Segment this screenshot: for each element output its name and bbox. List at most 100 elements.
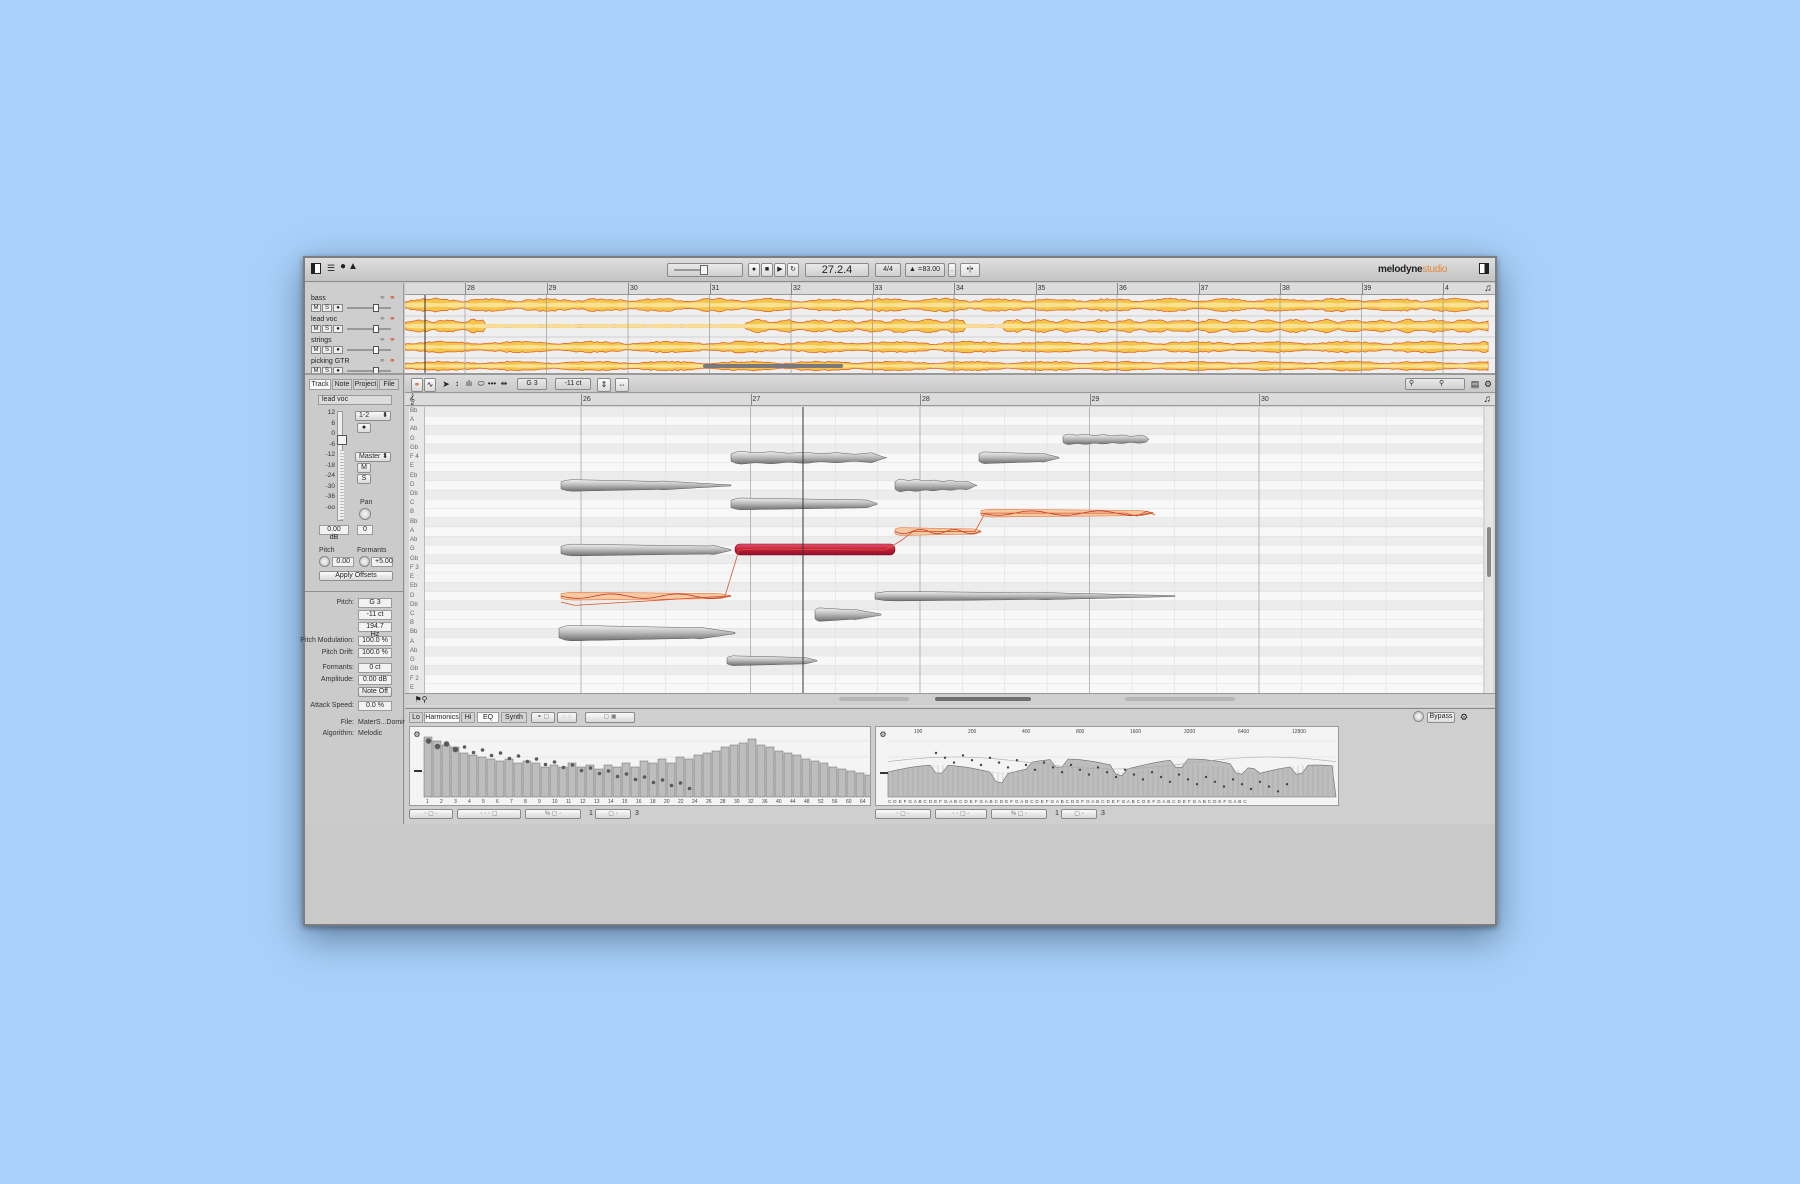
range-slider[interactable]: ▢ ▣ [585, 712, 635, 723]
track-solo-button[interactable]: S [322, 304, 332, 312]
eq-range-a[interactable]: ◦ ▢ ◦ [875, 809, 931, 819]
link-icon[interactable]: ⚭ [389, 356, 396, 365]
tab-hi[interactable]: Hi [461, 712, 475, 723]
quantize-pitch-icon[interactable]: ⇕ [597, 378, 611, 392]
tab-note[interactable]: Note [332, 379, 352, 390]
pitch-curve-icon[interactable]: ∿ [424, 378, 436, 392]
note-off-button[interactable]: Note Off [358, 687, 392, 697]
eq-range-c[interactable]: % ▢ ◦ [991, 809, 1047, 819]
track-volume-slider[interactable] [347, 349, 391, 351]
sync-button[interactable]: •|• [960, 263, 980, 277]
track-solo-button[interactable]: S [322, 346, 332, 354]
overview-ruler[interactable]: 28 29 30 31 32 33 34 35 36 37 38 39 4 [405, 283, 1495, 295]
pitch-prop-field[interactable]: G 3 [358, 598, 392, 608]
pitch-tool-icon[interactable]: ↕ [452, 378, 462, 390]
volume-db-field[interactable]: 0.00 dB [319, 525, 349, 541]
timing-tool-icon[interactable]: ••• [487, 378, 497, 390]
attack-prop-field[interactable]: 0.0 % [358, 701, 392, 711]
tools-icon[interactable]: ⚑⚲ [409, 694, 433, 706]
routing-select[interactable]: 1-2 ⬍ [355, 411, 391, 421]
overview-waveforms[interactable] [405, 295, 1495, 373]
amp-prop-field[interactable]: 0.00 dB [358, 675, 392, 685]
pan-knob[interactable] [359, 508, 371, 520]
hz-prop-field[interactable]: 194.7 Hz [358, 622, 392, 638]
layout-toggle-icon[interactable] [311, 263, 321, 274]
volume-fader[interactable] [337, 435, 347, 445]
pitch-offset-knob[interactable] [319, 556, 330, 567]
track-volume-thumb[interactable] [373, 325, 379, 333]
separation-tool-icon[interactable]: ⇹ [499, 378, 509, 390]
record-enable-button[interactable]: ● [357, 423, 371, 433]
tempo-field[interactable]: ▲ = 83.00 [905, 263, 945, 277]
track-volume-slider[interactable] [347, 328, 391, 330]
link-icon[interactable]: ⚭ [379, 314, 386, 323]
formants-offset-knob[interactable] [359, 556, 370, 567]
track-record-button[interactable]: ● [333, 325, 343, 333]
output-select[interactable]: Master ⬍ [355, 452, 391, 462]
harm-range-d[interactable]: ▢ ◦ [595, 809, 631, 819]
solo-button[interactable]: S [357, 474, 371, 484]
tracks-view-icon[interactable]: ☰ [325, 262, 337, 274]
output-knob[interactable] [1413, 711, 1424, 722]
tab-eq[interactable]: EQ [477, 712, 499, 723]
note-view-icon[interactable]: ♫ [1484, 394, 1492, 406]
track-mute-button[interactable]: M [311, 346, 321, 354]
link-toggle-icon[interactable]: ⚭ ▢ [531, 712, 555, 723]
cents-prop-field[interactable]: -11 ct [358, 610, 392, 620]
eq-panel[interactable]: ⚙ 100 200 400 800 1600 3200 6400 12800 C D E F G… [875, 726, 1339, 806]
pitch-ruler[interactable]: Bb A Ab G Gb F 4 E Eb D Db C B Bb A Ab G Gb F 3 E Eb D Db C B Bb… [409, 407, 425, 693]
eq-range-d[interactable]: ▢ ◦ [1061, 809, 1097, 819]
tempo-menu-button[interactable]: . [948, 263, 956, 277]
track-record-button[interactable]: ● [333, 346, 343, 354]
mirror-toggle-icon[interactable]: ◌ ◌ [557, 712, 577, 723]
harm-range-b[interactable]: ◦ ◦ ◦ ▢ [457, 809, 521, 819]
pitch-offset-field[interactable]: 0.00 [332, 557, 354, 567]
formants-prop-field[interactable]: 0 ct [358, 663, 392, 673]
zoom-slider[interactable] [667, 263, 743, 277]
mute-button[interactable]: M [357, 463, 371, 473]
formant-tool-icon[interactable]: ılı [463, 378, 475, 390]
panel-toggle-icon[interactable] [1479, 263, 1489, 274]
vertical-scrollbar[interactable] [1485, 407, 1493, 693]
tab-file[interactable]: File [379, 379, 399, 390]
mod-prop-field[interactable]: 100.0 % [358, 636, 392, 646]
harmonics-graph[interactable]: 1 2 3 4 5 6 7 8 9 10 11 12 13 14 15 16 18 20 22 24 26 28 30 32 3… [410, 727, 870, 805]
play-button[interactable]: ▶ [774, 263, 786, 277]
link-icon[interactable]: ⚭ [411, 378, 423, 392]
track-overview[interactable]: 28 29 30 31 32 33 34 35 36 37 38 39 4 ♫ [405, 283, 1495, 373]
pan-value-field[interactable]: 0 [357, 525, 373, 535]
harm-range-a[interactable]: ◦ ▢ ◦ [409, 809, 453, 819]
settings-icon[interactable]: ⚙ [1483, 378, 1493, 390]
tab-lo[interactable]: Lo [409, 712, 423, 723]
tab-project[interactable]: Project [353, 379, 378, 390]
link-icon[interactable]: ⚭ [379, 356, 386, 365]
tab-track[interactable]: Track [309, 379, 331, 390]
time-signature-field[interactable]: 4/4 [875, 263, 901, 277]
track-volume-thumb[interactable] [373, 346, 379, 354]
position-display[interactable]: 27.2.4 [805, 263, 869, 277]
link-icon[interactable]: ⚭ [379, 293, 386, 302]
harmonics-panel[interactable]: ⚙ 1 2 3 4 5 6 7 8 9 10 11 12 13 14 15 16 18 20 22 24 26 28 30 3… [409, 726, 871, 806]
drift-prop-field[interactable]: 100.0 % [358, 648, 392, 658]
note-grid[interactable] [425, 407, 1483, 693]
grid-icon[interactable]: ▤ [1469, 378, 1481, 390]
stop-button[interactable]: ■ [761, 263, 773, 277]
zoom-control[interactable]: ⚲ ⚲ [1405, 378, 1465, 390]
apply-offsets-button[interactable]: Apply Offsets [319, 571, 393, 581]
quantize-time-icon[interactable]: ⇔ [615, 378, 629, 392]
loop-button[interactable]: ↻ [787, 263, 799, 277]
link-icon[interactable]: ⚭ [389, 335, 396, 344]
note-cents-display[interactable]: -11 ct [555, 378, 591, 390]
harm-range-c[interactable]: % ▢ ◦ [525, 809, 581, 819]
tab-harmonics[interactable]: Harmonics [424, 712, 460, 723]
editor-ruler[interactable]: 𝄞 ♫ 26 27 28 29 30 [405, 394, 1495, 406]
eq-graph[interactable]: 100 200 400 800 1600 3200 6400 12800 C D E F G A… [876, 727, 1338, 805]
amplitude-tool-icon[interactable]: ⬭ [476, 378, 486, 390]
vertical-scroll-thumb[interactable] [1487, 527, 1491, 577]
track-volume-thumb[interactable] [373, 304, 379, 312]
track-mute-button[interactable]: M [311, 325, 321, 333]
link-icon[interactable]: ⚭ [389, 293, 396, 302]
track-name-field[interactable]: lead voc [318, 395, 392, 405]
link-icon[interactable]: ⚭ [389, 314, 396, 323]
formants-offset-field[interactable]: +5.00 [371, 557, 393, 567]
